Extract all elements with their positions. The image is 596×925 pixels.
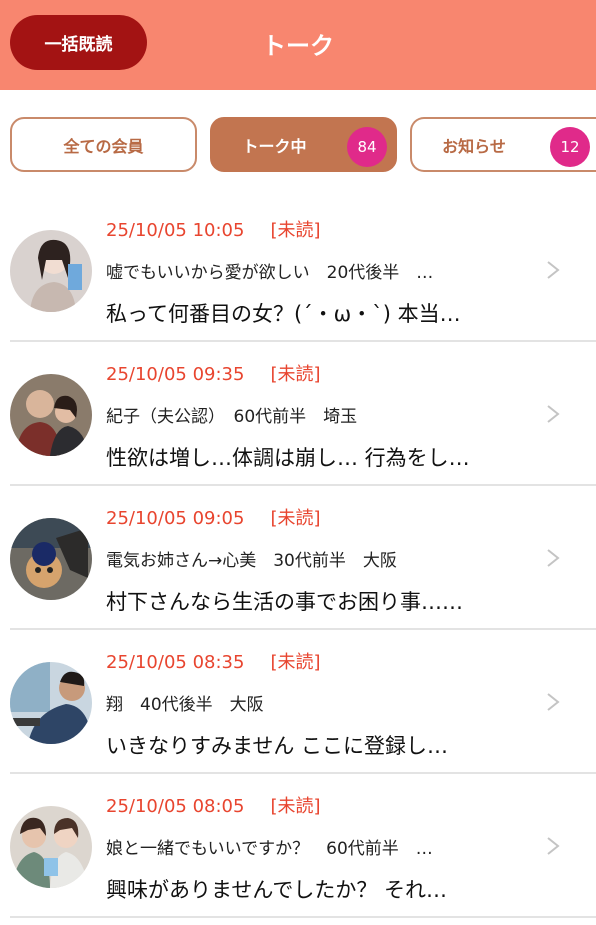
timestamp: 25/10/05 10:05 xyxy=(106,220,245,241)
count-badge: 84 xyxy=(347,127,387,167)
profile-line: 嘘でもいいから愛が欲しい 20代後半 … xyxy=(106,263,434,283)
tab-label: 全ての会員 xyxy=(63,136,144,156)
profile-line: 翔 40代後半 大阪 xyxy=(106,695,264,715)
unread-label: [未読] xyxy=(270,508,321,529)
conversation-row[interactable]: 25/10/05 09:35 [未読] 紀子（夫公認） 60代前半 埼玉 性欲は増… xyxy=(10,342,596,486)
row-meta: 25/10/05 09:35 [未読] xyxy=(106,360,320,386)
chevron-right-icon xyxy=(547,693,560,711)
timestamp: 25/10/05 08:05 xyxy=(106,796,245,817)
message-preview: いきなりすみません ここに登録し… xyxy=(106,734,449,758)
timestamp: 25/10/05 09:35 xyxy=(106,364,245,385)
tab-all-members[interactable]: 全ての会員 xyxy=(10,117,197,172)
row-meta: 25/10/05 08:35 [未読] xyxy=(106,648,320,674)
unread-label: [未読] xyxy=(270,220,321,241)
conversation-row[interactable]: 25/10/05 10:05 [未読] 嘘でもいいから愛が欲しい 20代後半 … … xyxy=(10,198,596,342)
tab-notifications[interactable]: お知らせ 12 xyxy=(410,117,596,172)
conversation-list: 25/10/05 10:05 [未読] 嘘でもいいから愛が欲しい 20代後半 … … xyxy=(0,198,596,918)
count-badge: 12 xyxy=(550,127,590,167)
page-title: トーク xyxy=(262,32,334,60)
profile-line: 電気お姉さん→心美 30代前半 大阪 xyxy=(106,551,397,571)
profile-line: 娘と一緒でもいいですか？ 60代前半 … xyxy=(106,839,433,859)
app-header: 一括既読 トーク xyxy=(0,0,596,90)
chevron-right-icon xyxy=(547,261,560,279)
unread-label: [未読] xyxy=(270,796,321,817)
timestamp: 25/10/05 08:35 xyxy=(106,652,245,673)
unread-label: [未読] xyxy=(270,364,321,385)
row-meta: 25/10/05 08:05 [未読] xyxy=(106,792,320,818)
avatar xyxy=(10,662,92,744)
row-meta: 25/10/05 10:05 [未読] xyxy=(106,216,320,242)
chevron-right-icon xyxy=(547,837,560,855)
conversation-row[interactable]: 25/10/05 08:35 [未読] 翔 40代後半 大阪 いきなりすみません … xyxy=(10,630,596,774)
avatar xyxy=(10,374,92,456)
tab-talking[interactable]: トーク中 84 xyxy=(210,117,397,172)
profile-line: 紀子（夫公認） 60代前半 埼玉 xyxy=(106,407,358,427)
tab-label: お知らせ xyxy=(442,136,506,156)
message-preview: 興味がありませんでしたか？ それ… xyxy=(106,878,447,902)
message-preview: 性欲は増し…体調は崩し… 行為をし… xyxy=(106,446,470,470)
message-preview: 私って何番目の女？(´・ω・`) 本当… xyxy=(106,302,461,326)
row-meta: 25/10/05 09:05 [未読] xyxy=(106,504,320,530)
tab-label: トーク中 xyxy=(242,136,307,156)
timestamp: 25/10/05 09:05 xyxy=(106,508,245,529)
conversation-row[interactable]: 25/10/05 08:05 [未読] 娘と一緒でもいいですか？ 60代前半 … … xyxy=(10,774,596,918)
avatar xyxy=(10,230,92,312)
chevron-right-icon xyxy=(547,549,560,567)
avatar xyxy=(10,518,92,600)
chevron-right-icon xyxy=(547,405,560,423)
message-preview: 村下さんなら生活の事でお困り事…… xyxy=(106,590,463,614)
unread-label: [未読] xyxy=(270,652,321,673)
avatar xyxy=(10,806,92,888)
tab-bar: 全ての会員 トーク中 84 お知らせ 12 xyxy=(0,117,596,172)
conversation-row[interactable]: 25/10/05 09:05 [未読] 電気お姉さん→心美 30代前半 大阪 村下… xyxy=(10,486,596,630)
